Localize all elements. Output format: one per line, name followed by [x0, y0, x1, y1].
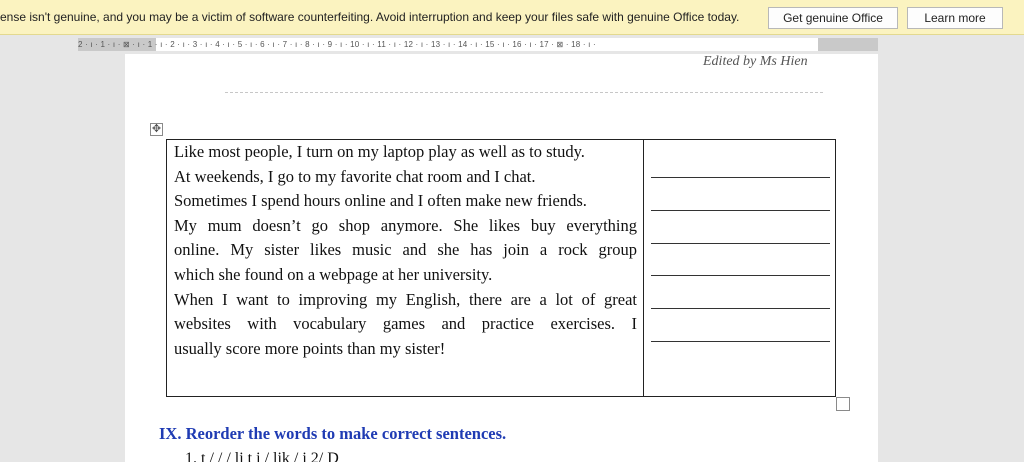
ruler-track[interactable]: 2 · ı · 1 · ı · ⊠ · ı · 1 · ı · 2 · ı · …	[78, 38, 878, 51]
table-column-divider	[643, 140, 644, 396]
passage-line: websites with vocabulary games and pract…	[174, 314, 637, 334]
learn-more-button[interactable]: Learn more	[907, 7, 1003, 29]
passage-line: Like most people, I turn on my laptop pl…	[174, 142, 585, 161]
passage-line: which she found on a webpage at her univ…	[174, 264, 493, 284]
passage-line: At weekends, I go to my favorite chat ro…	[174, 166, 536, 186]
passage-line: When I want to improving my English, the…	[174, 289, 637, 309]
passage-cell[interactable]: Like most people, I turn on my laptop pl…	[174, 140, 637, 361]
exercise-table[interactable]: Like most people, I turn on my laptop pl…	[166, 139, 836, 397]
page-header-text: Edited by Ms Hien	[703, 54, 808, 69]
passage-line: Sometimes I spend hours online and I oft…	[174, 191, 587, 211]
license-warning-bar: ense isn't genuine, and you may be a vic…	[0, 0, 1024, 35]
ruler-right-margin	[818, 38, 878, 51]
table-move-handle-icon[interactable]: ✥	[150, 123, 163, 136]
answer-blank-line[interactable]	[651, 243, 830, 244]
document-page[interactable]: Edited by Ms Hien ✥ Like most people, I …	[125, 54, 878, 462]
passage-line: online. My sister likes music and she ha…	[174, 240, 637, 260]
horizontal-ruler[interactable]: 2 · ı · 1 · ı · ⊠ · ı · 1 · ı · 2 · ı · …	[0, 35, 1024, 54]
exercise-item-cropped: 1. t / / / li t i / lik / i 2/ D	[185, 450, 339, 462]
passage-line: My mum doesn’t go shop anymore. She like…	[174, 215, 637, 235]
get-genuine-office-button[interactable]: Get genuine Office	[768, 7, 898, 29]
table-resize-handle-icon[interactable]	[836, 397, 850, 411]
header-divider	[225, 92, 823, 93]
license-warning-message: ense isn't genuine, and you may be a vic…	[0, 10, 740, 24]
answer-blank-line[interactable]	[651, 308, 830, 309]
ruler-numbers: 2 · ı · 1 · ı · ⊠ · ı · 1 · ı · 2 · ı · …	[78, 40, 596, 49]
answer-blank-line[interactable]	[651, 210, 830, 211]
answer-blank-line[interactable]	[651, 275, 830, 276]
answer-blank-line[interactable]	[651, 177, 830, 178]
passage-line: usually score more points than my sister…	[174, 338, 446, 358]
answer-blank-line[interactable]	[651, 341, 830, 342]
section-heading: IX. Reorder the words to make correct se…	[159, 424, 507, 443]
